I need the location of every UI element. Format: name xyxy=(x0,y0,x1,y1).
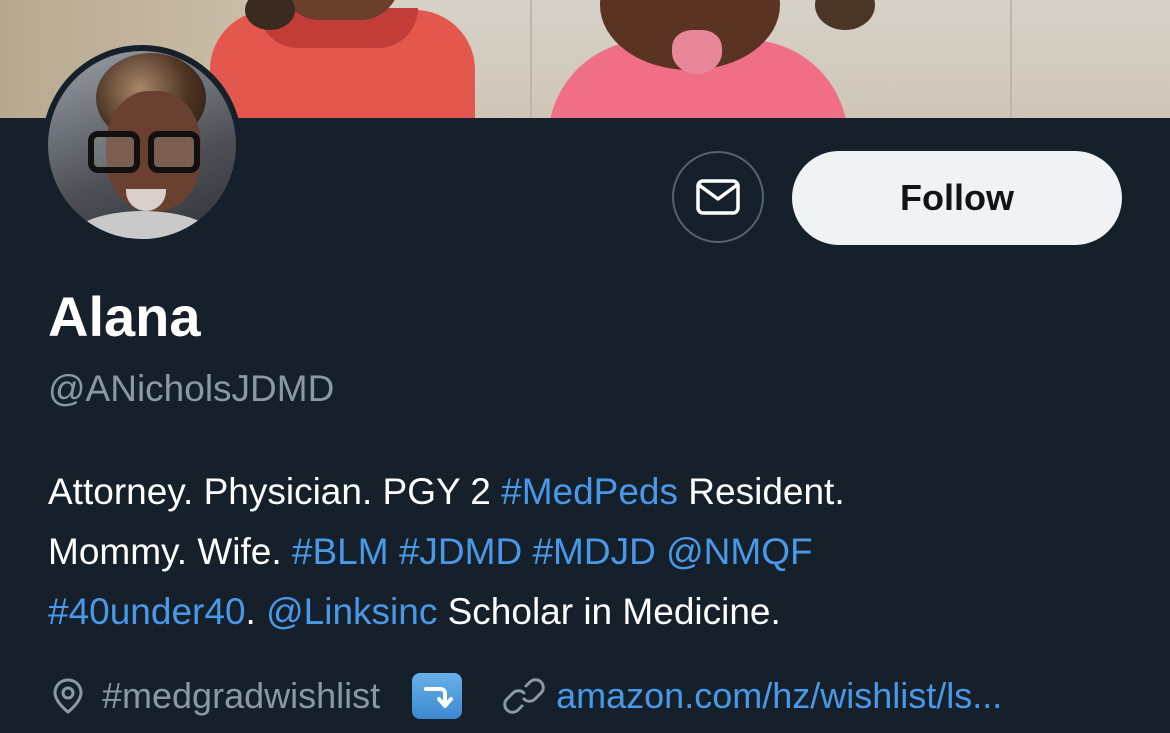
follow-button[interactable]: Follow xyxy=(792,151,1122,245)
hashtag-link-blm[interactable]: #BLM xyxy=(292,531,389,572)
avatar-glasses xyxy=(148,131,200,173)
avatar-photo xyxy=(48,51,236,239)
bio-text: Resident. xyxy=(678,471,845,512)
hashtag-link-jdmd[interactable]: #JDMD xyxy=(399,531,522,572)
mention-link-linksinc[interactable]: @Linksinc xyxy=(266,591,437,632)
bio-text: Attorney. Physician. PGY 2 xyxy=(48,471,502,512)
banner-wall-panel xyxy=(1010,0,1012,118)
website-link[interactable]: amazon.com/hz/wishlist/ls... xyxy=(556,675,1002,717)
bio-space xyxy=(522,531,532,572)
hashtag-link-40under40[interactable]: #40under40 xyxy=(48,591,246,632)
avatar[interactable] xyxy=(42,45,242,245)
profile-location: #medgradwishlist xyxy=(102,675,381,716)
location-pin-icon xyxy=(48,676,88,716)
arrow-right-curving-down-emoji-icon xyxy=(412,673,463,719)
bio-line: Attorney. Physician. PGY 2 #MedPeds Resi… xyxy=(48,462,1138,522)
avatar-shirt xyxy=(68,211,218,239)
bio-text: Mommy. Wife. xyxy=(48,531,292,572)
bio-space xyxy=(656,531,666,572)
avatar-glasses xyxy=(88,131,140,173)
banner-wall-panel xyxy=(530,0,532,118)
bio-line: Mommy. Wife. #BLM #JDMD #MDJD @NMQF xyxy=(48,522,1138,582)
username-handle: @ANicholsJDMD xyxy=(48,368,335,409)
link-icon xyxy=(502,674,546,718)
profile-meta-row: #medgradwishlist amazon.com/hz/wishlist/… xyxy=(48,668,1002,724)
message-button[interactable] xyxy=(672,151,764,243)
display-name: Alana xyxy=(48,285,201,348)
bio-text: Scholar in Medicine. xyxy=(437,591,781,632)
mention-link-nmqf[interactable]: @NMQF xyxy=(666,531,812,572)
banner-child-tongue xyxy=(672,30,722,74)
banner-child-hair xyxy=(815,0,875,30)
profile-page: Follow Alana @ANicholsJDMD Attorney. Phy… xyxy=(0,0,1170,733)
bio-line: #40under40. @Linksinc Scholar in Medicin… xyxy=(48,582,1138,642)
hashtag-link-mdjd[interactable]: #MDJD xyxy=(532,531,655,572)
envelope-icon xyxy=(695,177,741,217)
profile-bio: Attorney. Physician. PGY 2 #MedPeds Resi… xyxy=(48,462,1138,642)
bio-text: . xyxy=(245,591,267,632)
bio-space xyxy=(389,531,399,572)
hashtag-link-medpeds[interactable]: #MedPeds xyxy=(501,471,678,512)
